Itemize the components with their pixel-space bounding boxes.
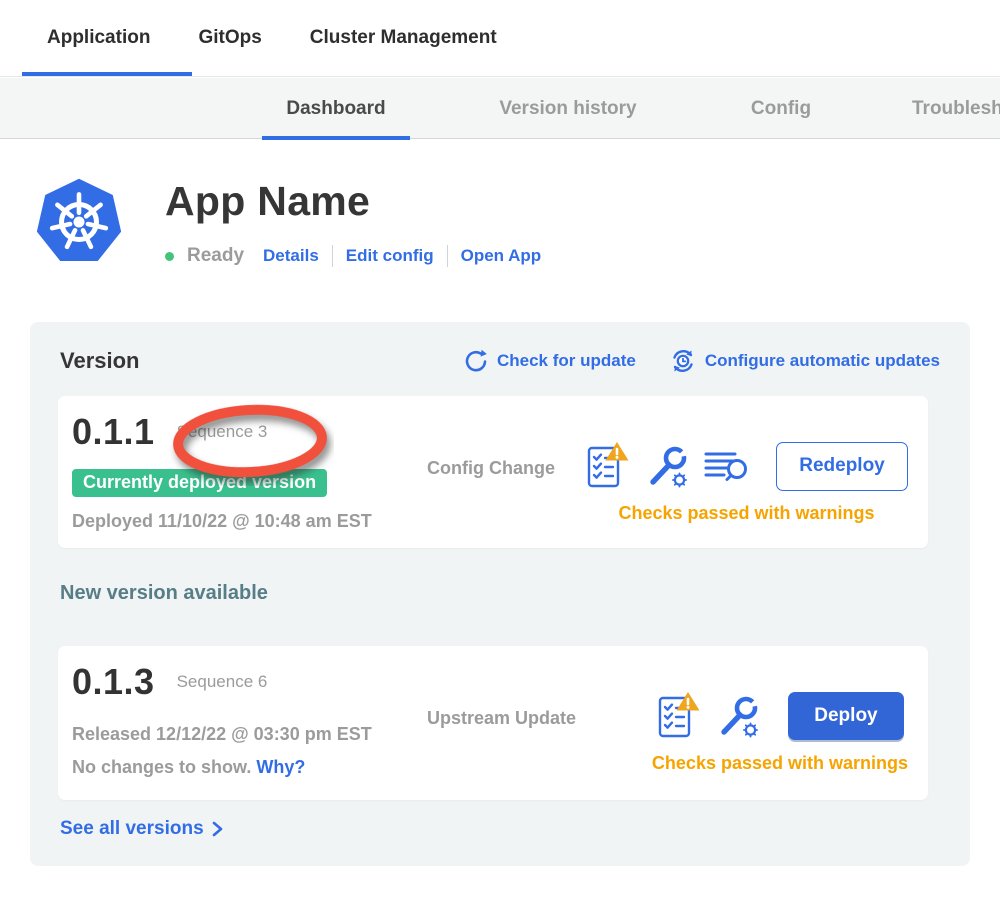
checks-status-current: Checks passed with warnings bbox=[618, 503, 874, 524]
current-version-sequence: Sequence 3 bbox=[177, 422, 268, 442]
schedule-update-icon bbox=[670, 348, 696, 374]
current-version-number: 0.1.1 bbox=[72, 410, 155, 454]
check-for-update-link[interactable]: Check for update bbox=[464, 349, 636, 373]
page: Application GitOps Cluster Management Da… bbox=[0, 0, 1000, 898]
version-section-title: Version bbox=[60, 348, 139, 374]
tab-config[interactable]: Config bbox=[732, 78, 830, 139]
details-link[interactable]: Details bbox=[263, 246, 319, 266]
deployed-timestamp: Deployed 11/10/22 @ 10:48 am EST bbox=[72, 510, 427, 532]
page-title: App Name bbox=[165, 178, 370, 225]
preflight-checks-warning-icon[interactable] bbox=[656, 691, 700, 741]
config-wrench-icon[interactable] bbox=[715, 691, 759, 741]
deploy-button[interactable]: Deploy bbox=[788, 692, 904, 740]
app-tab-bar: Dashboard Version history Config Trouble… bbox=[0, 78, 1000, 139]
see-all-versions-link[interactable]: See all versions bbox=[60, 818, 223, 840]
tab-dashboard[interactable]: Dashboard bbox=[262, 78, 410, 139]
new-version-info: 0.1.3 Sequence 6 Released 12/12/22 @ 03:… bbox=[72, 660, 427, 778]
see-all-versions-label: See all versions bbox=[60, 818, 204, 840]
configure-automatic-updates-label: Configure automatic updates bbox=[705, 351, 940, 371]
version-actions: Check for update Configure automatic upd… bbox=[464, 348, 940, 374]
divider bbox=[332, 245, 333, 267]
top-nav: Application GitOps Cluster Management bbox=[0, 0, 1000, 77]
new-version-source: Upstream Update bbox=[427, 708, 576, 729]
view-files-icon[interactable] bbox=[703, 441, 747, 491]
currently-deployed-badge: Currently deployed version bbox=[72, 469, 327, 497]
redeploy-button[interactable]: Redeploy bbox=[776, 442, 908, 491]
version-section-header: Version Check for update bbox=[60, 348, 940, 374]
no-changes-line: No changes to show. Why? bbox=[72, 756, 427, 778]
current-version-source: Config Change bbox=[427, 458, 555, 479]
edit-config-link[interactable]: Edit config bbox=[346, 246, 434, 266]
topnav-item-gitops[interactable]: GitOps bbox=[198, 27, 261, 49]
new-version-card: 0.1.3 Sequence 6 Released 12/12/22 @ 03:… bbox=[58, 646, 928, 800]
checks-status-new: Checks passed with warnings bbox=[652, 753, 908, 774]
app-status-row: Ready Details Edit config Open App bbox=[165, 243, 541, 269]
topnav-item-cluster-management[interactable]: Cluster Management bbox=[310, 27, 497, 49]
current-version-actions: Redeploy Checks passed with warnings bbox=[585, 410, 908, 524]
tab-troubleshoot[interactable]: Troubleshoot bbox=[902, 78, 1000, 139]
open-app-link[interactable]: Open App bbox=[461, 246, 542, 266]
no-changes-text: No changes to show. bbox=[72, 757, 256, 777]
topnav-item-application[interactable]: Application bbox=[47, 27, 150, 49]
refresh-icon bbox=[464, 349, 488, 373]
released-timestamp: Released 12/12/22 @ 03:30 pm EST bbox=[72, 723, 427, 745]
config-wrench-icon[interactable] bbox=[644, 441, 688, 491]
check-for-update-label: Check for update bbox=[497, 351, 636, 371]
status-label: Ready bbox=[187, 245, 244, 267]
tab-version-history[interactable]: Version history bbox=[478, 78, 658, 139]
status-dot-icon bbox=[165, 252, 174, 261]
new-version-actions: Deploy Checks passed with warnings bbox=[652, 660, 908, 774]
new-version-sequence: Sequence 6 bbox=[177, 672, 268, 692]
new-version-number: 0.1.3 bbox=[72, 660, 155, 704]
new-version-available-heading: New version available bbox=[60, 582, 268, 605]
chevron-right-icon bbox=[212, 821, 223, 837]
divider bbox=[447, 245, 448, 267]
kubernetes-logo-icon bbox=[33, 174, 125, 270]
current-version-info: 0.1.1 Sequence 3 Currently deployed vers… bbox=[72, 410, 427, 532]
why-link[interactable]: Why? bbox=[256, 757, 305, 777]
current-version-card: 0.1.1 Sequence 3 Currently deployed vers… bbox=[58, 396, 928, 548]
version-section: Version Check for update bbox=[30, 322, 970, 866]
configure-automatic-updates-link[interactable]: Configure automatic updates bbox=[670, 348, 940, 374]
preflight-checks-warning-icon[interactable] bbox=[585, 441, 629, 491]
active-nav-underline bbox=[22, 72, 192, 76]
